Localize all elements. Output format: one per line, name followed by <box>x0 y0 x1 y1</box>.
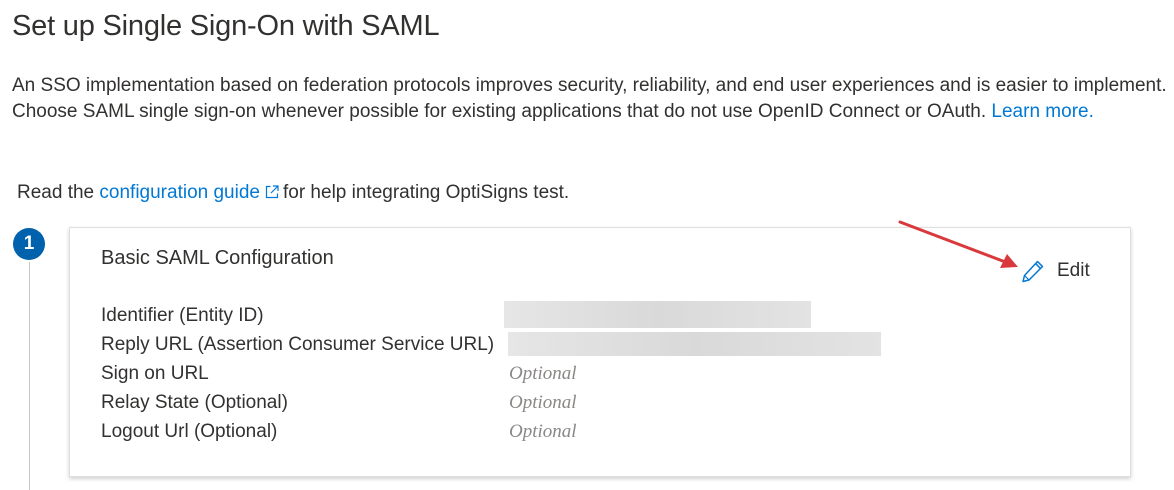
setting-value: Optional <box>509 421 577 442</box>
intro-paragraph: An SSO implementation based on federatio… <box>12 73 1167 125</box>
page-title: Set up Single Sign-On with SAML <box>12 10 440 42</box>
guide-prefix: Read the <box>17 182 95 203</box>
step-connector-line <box>29 262 30 490</box>
card-title: Basic SAML Configuration <box>101 247 334 269</box>
redacted-value <box>508 332 881 356</box>
external-link-icon[interactable] <box>265 185 279 199</box>
setting-row-sign-on-url: Sign on URL Optional <box>101 360 1101 389</box>
setting-row-relay-state: Relay State (Optional) Optional <box>101 389 1101 418</box>
learn-more-link[interactable]: Learn more. <box>991 101 1093 122</box>
setting-label: Identifier (Entity ID) <box>101 305 264 326</box>
saml-settings-list: Identifier (Entity ID) Reply URL (Assert… <box>101 301 1101 447</box>
setting-label: Logout Url (Optional) <box>101 421 278 442</box>
setting-label: Relay State (Optional) <box>101 392 288 413</box>
setting-row-logout-url: Logout Url (Optional) Optional <box>101 418 1101 447</box>
guide-suffix: for help integrating OptiSigns test. <box>282 182 570 203</box>
setting-label: Sign on URL <box>101 363 209 384</box>
setting-value: Optional <box>509 392 577 413</box>
setting-value: Optional <box>509 363 577 384</box>
configuration-guide-link-label[interactable]: configuration guide <box>99 182 260 203</box>
setting-label: Reply URL (Assertion Consumer Service UR… <box>101 334 495 355</box>
configuration-guide-line: Read the configuration guide for help int… <box>17 181 569 205</box>
setting-row-reply-url: Reply URL (Assertion Consumer Service UR… <box>101 331 1101 360</box>
redacted-value <box>504 301 811 328</box>
configuration-guide-link[interactable]: configuration guide <box>99 182 283 203</box>
step-number-badge: 1 <box>13 228 45 260</box>
edit-label[interactable]: Edit <box>1057 260 1090 282</box>
red-arrow-annotation <box>898 220 1018 268</box>
setting-row-identifier: Identifier (Entity ID) <box>101 301 1101 331</box>
